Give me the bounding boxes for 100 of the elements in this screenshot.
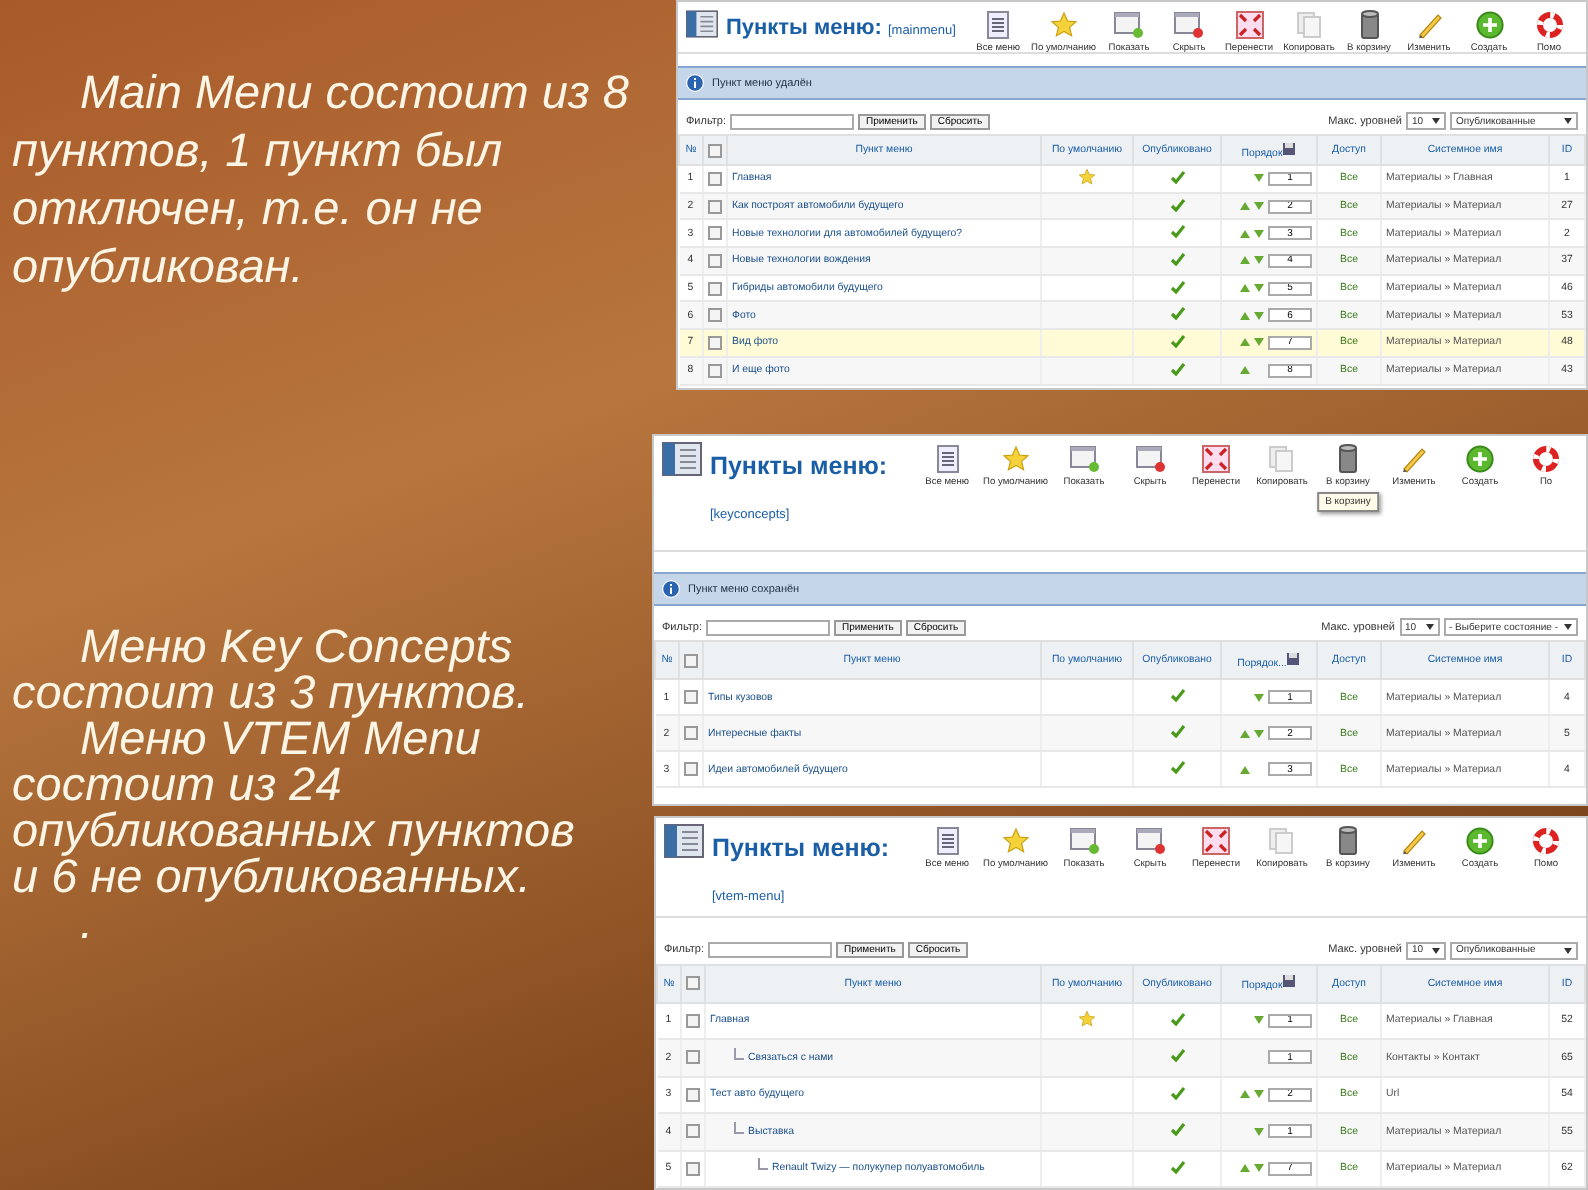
star-icon[interactable] — [1078, 167, 1096, 186]
up-arrow-icon[interactable] — [1240, 366, 1250, 375]
down-arrow-icon[interactable] — [1254, 229, 1264, 238]
checkmark-icon[interactable] — [1169, 1159, 1185, 1174]
plus-icon — [1466, 826, 1494, 856]
down-arrow-icon[interactable] — [1254, 311, 1264, 320]
floppy-icon[interactable] — [1282, 141, 1297, 155]
pencil-icon — [1400, 826, 1428, 856]
pages-icon — [1268, 826, 1296, 856]
checkbox[interactable] — [686, 1124, 700, 1139]
checkmark-icon[interactable] — [1169, 1122, 1185, 1137]
checkmark-icon[interactable] — [1169, 688, 1185, 702]
checkbox[interactable] — [708, 226, 722, 241]
checkbox[interactable] — [708, 335, 722, 350]
slide-paragraph: Меню Key Concepts состоит из 3 пунктов. — [12, 624, 531, 716]
checkmark-icon[interactable] — [1169, 760, 1185, 774]
pencil-icon — [1400, 444, 1428, 474]
up-arrow-icon[interactable] — [1240, 1164, 1250, 1173]
checkmark-icon[interactable] — [1169, 306, 1185, 321]
down-arrow-icon[interactable] — [1254, 174, 1264, 183]
trash-icon — [1359, 10, 1379, 40]
checkbox[interactable] — [686, 1013, 700, 1028]
slide-paragraph: . — [78, 900, 96, 946]
caret-icon — [1564, 624, 1572, 630]
window-icon — [664, 824, 704, 858]
checkbox[interactable] — [686, 1087, 700, 1102]
down-arrow-icon[interactable] — [1254, 1164, 1264, 1173]
star-icon[interactable] — [1078, 1009, 1096, 1028]
checkmark-icon[interactable] — [1169, 251, 1185, 266]
filter-field[interactable] — [730, 113, 855, 129]
slide-paragraph: Main Menu состоит из 8 пунктов, 1 пункт был отключен, т.е. он не опубликован. — [12, 64, 631, 296]
checkbox[interactable] — [708, 363, 722, 378]
floppy-icon[interactable] — [1286, 651, 1301, 665]
checkbox[interactable] — [686, 1050, 700, 1065]
caret-icon — [1432, 118, 1440, 124]
caret-icon — [1425, 624, 1433, 630]
filter-field[interactable] — [706, 619, 831, 635]
window-icon — [1069, 444, 1099, 474]
window-icon — [662, 442, 702, 476]
up-arrow-icon[interactable] — [1240, 256, 1250, 265]
info-icon — [686, 74, 704, 92]
checkmark-icon[interactable] — [1169, 361, 1185, 376]
checkmark-icon[interactable] — [1169, 169, 1185, 184]
down-arrow-icon[interactable] — [1254, 256, 1264, 265]
checkmark-icon[interactable] — [1169, 724, 1185, 738]
checkmark-icon[interactable] — [1169, 197, 1185, 212]
window-icon — [1174, 10, 1204, 40]
checkbox[interactable] — [684, 690, 698, 704]
down-arrow-icon[interactable] — [1254, 1016, 1264, 1025]
caret-icon — [1564, 118, 1572, 124]
star-icon — [1001, 826, 1030, 856]
checkmark-icon[interactable] — [1169, 333, 1185, 348]
checkbox[interactable] — [684, 653, 698, 667]
caret-icon — [1564, 947, 1572, 953]
up-arrow-icon[interactable] — [1240, 729, 1250, 737]
checkmark-icon[interactable] — [1169, 1011, 1185, 1026]
checkmark-icon[interactable] — [1169, 1048, 1185, 1063]
plus-icon — [1466, 444, 1494, 474]
up-arrow-icon[interactable] — [1240, 202, 1250, 211]
checkmark-icon[interactable] — [1169, 224, 1185, 239]
pencil-icon — [1415, 10, 1443, 40]
checkbox[interactable] — [708, 281, 722, 296]
document-icon — [986, 10, 1011, 40]
down-arrow-icon[interactable] — [1254, 729, 1264, 737]
window-icon — [1135, 826, 1165, 856]
down-arrow-icon[interactable] — [1254, 1090, 1264, 1099]
pages-icon — [1295, 10, 1323, 40]
lifebuoy-icon — [1532, 826, 1560, 856]
checkmark-icon[interactable] — [1169, 279, 1185, 294]
checkbox[interactable] — [684, 726, 698, 740]
up-arrow-icon[interactable] — [1240, 1090, 1250, 1099]
checkbox[interactable] — [708, 253, 722, 268]
lifebuoy-icon — [1532, 444, 1560, 474]
lifebuoy-icon — [1535, 10, 1563, 40]
checkbox[interactable] — [708, 199, 722, 214]
down-arrow-icon[interactable] — [1254, 284, 1264, 293]
checkbox[interactable] — [686, 976, 700, 990]
down-arrow-icon[interactable] — [1254, 202, 1264, 211]
arrows-icon — [1202, 444, 1230, 474]
up-arrow-icon[interactable] — [1240, 284, 1250, 293]
checkbox[interactable] — [708, 143, 722, 157]
up-arrow-icon[interactable] — [1240, 229, 1250, 238]
page-title: Пункты меню: — [726, 16, 882, 40]
window-icon — [686, 10, 718, 38]
filter-field[interactable] — [708, 942, 833, 958]
checkmark-icon[interactable] — [1169, 1085, 1185, 1100]
page-title: Пункты меню: — [712, 834, 890, 862]
checkbox[interactable] — [684, 762, 698, 776]
star-icon — [1001, 444, 1030, 474]
down-arrow-icon[interactable] — [1254, 1127, 1264, 1136]
checkbox[interactable] — [708, 171, 722, 186]
checkbox[interactable] — [686, 1161, 700, 1176]
down-arrow-icon[interactable] — [1254, 693, 1264, 701]
up-arrow-icon[interactable] — [1240, 765, 1250, 773]
checkbox[interactable] — [708, 308, 722, 323]
floppy-icon[interactable] — [1282, 974, 1297, 988]
down-arrow-icon[interactable] — [1254, 338, 1264, 347]
window-icon — [1135, 444, 1165, 474]
up-arrow-icon[interactable] — [1240, 311, 1250, 320]
up-arrow-icon[interactable] — [1240, 338, 1250, 347]
